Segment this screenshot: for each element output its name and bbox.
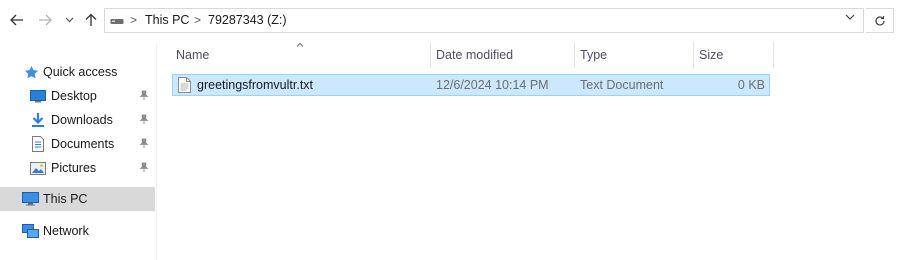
computer-icon [21, 191, 39, 207]
sidebar-item-label: Network [43, 224, 89, 238]
refresh-icon [874, 15, 885, 26]
sidebar-item-quick-access[interactable]: Quick access [0, 60, 155, 84]
sidebar-item-label: Pictures [51, 161, 97, 175]
column-header-label: Name [176, 48, 210, 62]
document-icon [29, 136, 47, 152]
sidebar-item-label: Quick access [43, 65, 118, 79]
sidebar-item-pictures[interactable]: Pictures [0, 156, 155, 180]
pin-icon [139, 162, 149, 176]
file-date-modified: 12/6/2024 10:14 PM [436, 78, 549, 92]
arrow-right-icon [39, 14, 52, 26]
forward-button[interactable] [36, 10, 54, 30]
file-row[interactable]: greetingsfromvultr.txt 12/6/2024 10:14 P… [172, 74, 770, 96]
sort-ascending-icon [296, 42, 304, 47]
arrow-up-icon [85, 13, 97, 26]
sidebar-item-documents[interactable]: Documents [0, 132, 155, 156]
column-header-label: Size [699, 48, 724, 62]
navigation-pane: Quick access Desktop Downloads Documents [0, 44, 156, 260]
sidebar-item-desktop[interactable]: Desktop [0, 84, 155, 108]
file-name: greetingsfromvultr.txt [197, 78, 314, 92]
sidebar-item-downloads[interactable]: Downloads [0, 108, 155, 132]
pin-icon [139, 138, 149, 152]
file-type: Text Document [580, 78, 664, 92]
recent-locations-button[interactable] [62, 10, 76, 30]
chevron-down-icon [65, 17, 73, 23]
pin-icon [139, 90, 149, 104]
pin-icon [139, 114, 149, 128]
column-header-name[interactable]: Name [170, 42, 430, 68]
column-headers: Name Date modified Type Size [170, 42, 774, 68]
navigation-bar: > This PC > 79287343 (Z:) [0, 0, 898, 40]
star-icon [22, 64, 40, 80]
arrow-left-icon [10, 14, 23, 26]
pictures-icon [29, 160, 47, 176]
sidebar-item-this-pc[interactable]: This PC [0, 187, 155, 211]
desktop-icon [29, 88, 47, 104]
column-header-date-modified[interactable]: Date modified [430, 42, 574, 68]
column-header-size[interactable]: Size [693, 42, 773, 68]
up-button[interactable] [82, 10, 100, 30]
column-header-type[interactable]: Type [574, 42, 693, 68]
breadcrumb-this-pc[interactable]: This PC [145, 13, 189, 27]
breadcrumb-separator[interactable]: > [130, 13, 137, 27]
breadcrumb-separator[interactable]: > [194, 13, 201, 27]
chevron-down-icon [845, 14, 855, 20]
download-icon [29, 112, 47, 128]
pane-divider[interactable] [156, 44, 157, 260]
breadcrumb-drive[interactable]: 79287343 (Z:) [208, 13, 287, 27]
refresh-button[interactable] [866, 8, 894, 33]
sidebar-item-label: Downloads [51, 113, 113, 127]
column-header-label: Date modified [436, 48, 514, 62]
back-button[interactable] [8, 10, 26, 30]
sidebar-item-network[interactable]: Network [0, 219, 155, 243]
sidebar-item-label: Documents [51, 137, 115, 151]
text-file-icon [178, 77, 191, 96]
column-header-label: Type [580, 48, 608, 62]
file-size: 0 KB [737, 78, 765, 92]
sidebar-item-label: This PC [43, 192, 88, 206]
drive-icon [110, 15, 124, 29]
column-divider[interactable] [773, 42, 774, 68]
sidebar-item-label: Desktop [51, 89, 97, 103]
address-bar[interactable]: > This PC > 79287343 (Z:) [104, 8, 864, 33]
network-icon [21, 223, 39, 239]
